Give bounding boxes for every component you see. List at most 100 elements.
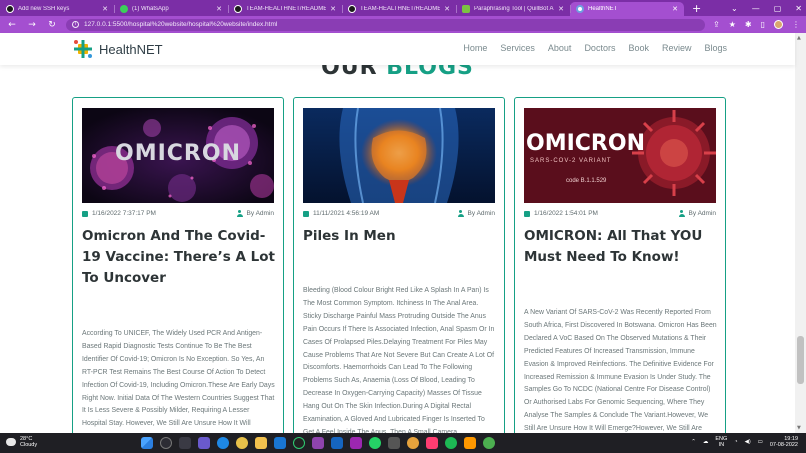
close-icon[interactable]: ✕ <box>216 5 222 13</box>
app-icon[interactable] <box>388 437 400 449</box>
chat-icon[interactable] <box>198 437 210 449</box>
quillbot-icon <box>462 5 470 13</box>
blog-date: 11/11/2021 4:56:19 AM <box>313 210 380 217</box>
extensions-puzzle-icon[interactable]: ✱ <box>745 20 752 29</box>
chevron-up-icon[interactable]: ⌃ <box>691 439 696 445</box>
user-icon <box>678 210 685 217</box>
scroll-up-icon[interactable]: ▲ <box>797 35 801 41</box>
language-indicator[interactable]: ENG IN <box>715 436 727 448</box>
search-icon[interactable] <box>160 437 172 449</box>
menu-dots-icon[interactable]: ⋮ <box>792 20 800 29</box>
nav-book[interactable]: Book <box>628 43 649 53</box>
taskbar-apps <box>141 437 495 449</box>
minimize-icon[interactable]: — <box>752 4 760 13</box>
scrollbar-thumb[interactable] <box>797 336 804 384</box>
site-header: HealthNET Home Services About Doctors Bo… <box>0 33 795 65</box>
whatsapp-icon <box>120 5 128 13</box>
blog-title[interactable]: OMICRON: All That YOU Must Need To Know! <box>524 226 720 268</box>
wifi-icon[interactable]: ◔ <box>734 439 737 445</box>
blog-card-omicron-vaccine: OMICRON 1/16/2022 7:37:17 PM By Admin Om… <box>72 97 284 433</box>
start-windows-icon[interactable] <box>141 437 153 449</box>
blog-image-omicron-virus: OMICRON <box>82 108 274 203</box>
main-nav: Home Services About Doctors Book Review … <box>463 43 727 53</box>
whatsapp-icon[interactable] <box>369 437 381 449</box>
app-icon[interactable] <box>464 437 476 449</box>
nav-doctors[interactable]: Doctors <box>584 43 615 53</box>
browser-tab-readme-2[interactable]: TEAM-HEALTHNET/README.md ✕ <box>342 2 456 16</box>
blog-meta: 11/11/2021 4:56:19 AM By Admin <box>303 210 495 217</box>
system-clock[interactable]: 19:19 07-08-2022 <box>770 436 798 448</box>
user-icon <box>457 210 464 217</box>
app-icon[interactable] <box>426 437 438 449</box>
close-window-icon[interactable]: ✕ <box>795 4 802 13</box>
task-view-icon[interactable] <box>179 437 191 449</box>
browser-tools: ⇪ ★ ✱ ▯ ⋮ <box>713 20 800 29</box>
image-subcaption: SARS-COV-2 VARIANT <box>530 158 612 164</box>
chevron-down-icon[interactable]: ⌄ <box>731 4 738 13</box>
blog-author: By Admin <box>467 210 495 217</box>
nav-blogs[interactable]: Blogs <box>704 43 727 53</box>
bookmark-star-icon[interactable]: ★ <box>729 20 736 29</box>
nav-services[interactable]: Services <box>500 43 535 53</box>
browser-toolbar: ← → ↻ i 127.0.0.1:5500/hospital%20websit… <box>0 16 806 33</box>
page-scrollbar[interactable]: ▲ ▼ <box>795 33 806 433</box>
close-icon[interactable]: ✕ <box>672 5 678 13</box>
image-caption-omicron: OMICRON <box>526 131 645 156</box>
address-bar[interactable]: i 127.0.0.1:5500/hospital%20website/hosp… <box>66 18 706 31</box>
new-tab-button[interactable]: + <box>684 2 709 16</box>
browser-tab-quillbot[interactable]: Paraphrasing Tool | QuillBot AI ✕ <box>456 2 570 16</box>
close-icon[interactable]: ✕ <box>558 5 564 13</box>
window-controls: ⌄ — ▢ ✕ <box>731 0 802 16</box>
nav-review[interactable]: Review <box>662 43 692 53</box>
teams-icon[interactable] <box>350 437 362 449</box>
info-icon[interactable]: i <box>72 21 79 28</box>
tab-title: TEAM-HEALTHNET/README.md <box>360 6 441 12</box>
app-icon[interactable] <box>483 437 495 449</box>
blog-image-omicron-variant: OMICRON SARS-COV-2 VARIANT code B.1.1.52… <box>524 108 716 203</box>
xbox-icon[interactable] <box>293 437 305 449</box>
tab-title: (1) WhatsApp <box>132 6 169 12</box>
blog-title[interactable]: Omicron And The Covid-19 Vaccine: There’… <box>82 226 278 289</box>
github-icon <box>234 5 242 13</box>
maximize-icon[interactable]: ▢ <box>774 4 782 13</box>
store-icon[interactable] <box>274 437 286 449</box>
tab-title: HealthNET <box>588 6 618 12</box>
back-arrow-icon[interactable]: ← <box>6 20 18 30</box>
browser-tab-ssh[interactable]: Add new SSH keys ✕ <box>0 2 114 16</box>
heading-part-our: OUR <box>321 65 378 80</box>
firefox-icon[interactable] <box>407 437 419 449</box>
sidebar-icon[interactable]: ▯ <box>761 20 765 29</box>
onenote-icon[interactable] <box>312 437 324 449</box>
blog-excerpt: Bleeding (Blood Colour Bright Red Like A… <box>303 287 495 433</box>
address-text: 127.0.0.1:5500/hospital%20website/hospit… <box>84 21 278 28</box>
vscode-icon[interactable] <box>331 437 343 449</box>
profile-avatar[interactable] <box>774 20 783 29</box>
close-icon[interactable]: ✕ <box>102 5 108 13</box>
spotify-icon[interactable] <box>445 437 457 449</box>
forward-arrow-icon[interactable]: → <box>26 20 38 30</box>
close-icon[interactable]: ✕ <box>330 5 336 13</box>
user-icon <box>236 210 243 217</box>
page-content: OUR BLOGS OMICRON 1/16/2022 7:37:17 PM B… <box>0 65 795 433</box>
reload-icon[interactable]: ↻ <box>46 20 58 30</box>
nav-about[interactable]: About <box>548 43 572 53</box>
cloud-sync-icon[interactable]: ☁ <box>703 439 709 445</box>
file-explorer-icon[interactable] <box>255 437 267 449</box>
calendar-icon <box>303 210 309 217</box>
scroll-down-icon[interactable]: ▼ <box>797 425 801 431</box>
blog-title[interactable]: Piles In Men <box>303 226 499 247</box>
github-icon <box>6 5 14 13</box>
weather-widget[interactable]: 28°C Cloudy <box>6 436 37 448</box>
nav-home[interactable]: Home <box>463 43 487 53</box>
share-icon[interactable]: ⇪ <box>713 20 720 29</box>
site-logo[interactable]: HealthNET <box>72 38 163 60</box>
browser-tab-readme-1[interactable]: TEAM-HEALTHNET/README.md ✕ <box>228 2 342 16</box>
browser-tab-healthnet[interactable]: HealthNET ✕ <box>570 2 684 16</box>
volume-icon[interactable]: ◀) <box>745 439 751 445</box>
edge-icon[interactable] <box>217 437 229 449</box>
browser-tab-whatsapp[interactable]: (1) WhatsApp ✕ <box>114 2 228 16</box>
close-icon[interactable]: ✕ <box>444 5 450 13</box>
battery-icon[interactable]: ▭ <box>758 439 763 445</box>
weather-condition: Cloudy <box>20 442 38 448</box>
chrome-icon[interactable] <box>236 437 248 449</box>
